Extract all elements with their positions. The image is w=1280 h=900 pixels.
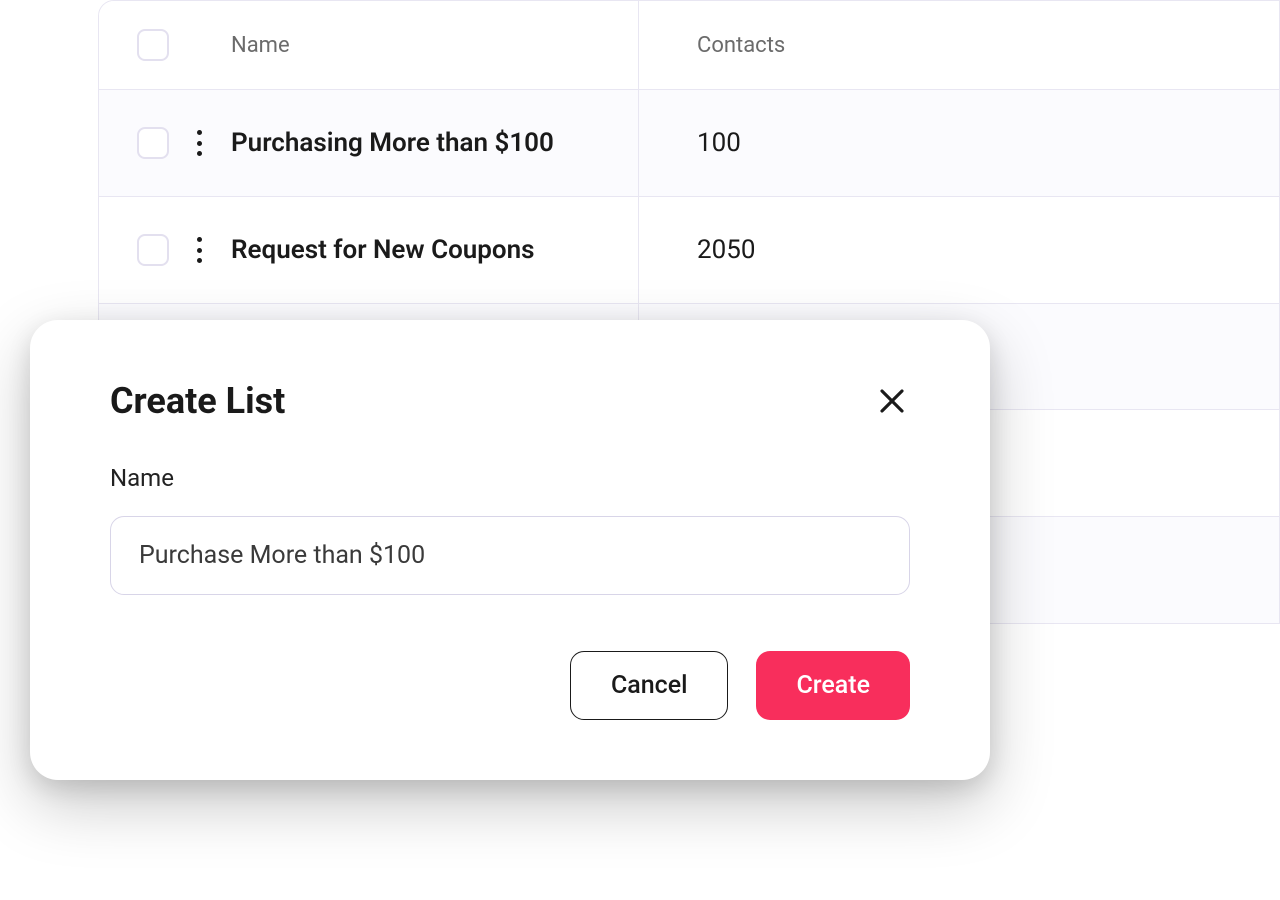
create-list-modal: Create List Name Cancel Create [30,320,990,780]
table-header-row: Name Contacts [99,1,1279,90]
more-vertical-icon[interactable] [197,237,203,263]
row-checkbox[interactable] [137,234,169,266]
row-contacts: 100 [697,128,741,158]
more-vertical-icon[interactable] [197,130,203,156]
modal-title: Create List [110,380,285,422]
name-field-label: Name [110,464,910,492]
table-row[interactable]: Request for New Coupons 2050 [99,197,1279,304]
name-input[interactable] [110,516,910,595]
select-all-checkbox[interactable] [137,29,169,61]
table-row[interactable]: Purchasing More than $100 100 [99,90,1279,197]
row-contacts: 2050 [697,235,755,265]
cancel-button[interactable]: Cancel [570,651,729,720]
create-button[interactable]: Create [756,651,910,720]
row-name: Request for New Coupons [231,235,535,265]
close-icon [877,386,907,416]
row-name: Purchasing More than $100 [231,128,554,158]
column-header-contacts: Contacts [697,33,785,58]
close-button[interactable] [874,383,910,419]
column-header-name: Name [231,33,290,58]
row-checkbox[interactable] [137,127,169,159]
